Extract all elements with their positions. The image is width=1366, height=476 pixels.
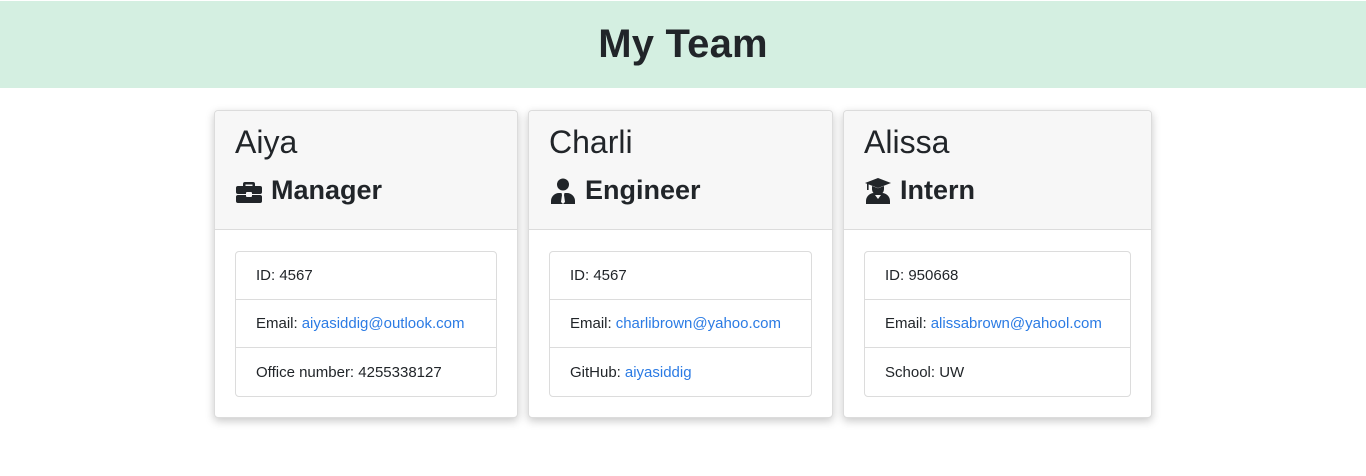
detail-office-number: Office number: 4255338127 bbox=[236, 348, 496, 396]
id-value: 4567 bbox=[593, 267, 627, 284]
school-label: School: bbox=[885, 363, 936, 381]
employee-details-list: ID: 950668 Email: alissabrown@yahool.com … bbox=[864, 251, 1131, 397]
card-header: Charli Engineer bbox=[529, 111, 832, 230]
email-label: Email: bbox=[885, 315, 927, 332]
office-number-value: 4255338127 bbox=[358, 363, 442, 381]
team-card-manager: Aiya Manager ID: 4567 Email: aiyasiddig@o… bbox=[214, 110, 518, 418]
employee-name: Alissa bbox=[864, 124, 950, 160]
employee-role-label: Intern bbox=[900, 175, 976, 205]
detail-id: ID: 950668 bbox=[865, 252, 1130, 300]
employee-role: Manager bbox=[235, 175, 382, 206]
email-link[interactable]: aiyasiddig@outlook.com bbox=[302, 315, 465, 332]
email-label: Email: bbox=[256, 315, 298, 332]
briefcase-icon bbox=[236, 181, 262, 203]
user-tie-icon bbox=[551, 178, 575, 204]
employee-name: Charli bbox=[549, 124, 633, 160]
user-graduate-icon bbox=[865, 177, 891, 204]
github-link[interactable]: aiyasiddig bbox=[625, 364, 692, 381]
office-number-label: Office number: bbox=[256, 363, 355, 381]
detail-school: School: UW bbox=[865, 348, 1130, 396]
employee-role: Intern bbox=[864, 175, 975, 206]
employee-name: Aiya bbox=[235, 124, 298, 160]
email-link[interactable]: charlibrown@yahoo.com bbox=[616, 315, 781, 332]
id-value: 950668 bbox=[908, 267, 959, 284]
school-value: UW bbox=[939, 363, 965, 381]
id-label: ID: bbox=[256, 267, 276, 284]
employee-details-list: ID: 4567 Email: charlibrown@yahoo.com Git… bbox=[549, 251, 812, 397]
detail-email: Email: charlibrown@yahoo.com bbox=[550, 300, 811, 348]
page-header: My Team bbox=[0, 1, 1366, 88]
card-header: Aiya Manager bbox=[215, 111, 517, 230]
id-value: 4567 bbox=[279, 267, 313, 284]
page-title: My Team bbox=[598, 22, 768, 66]
detail-github: GitHub: aiyasiddig bbox=[550, 348, 811, 396]
employee-role-label: Engineer bbox=[585, 175, 701, 205]
card-header: Alissa Intern bbox=[844, 111, 1151, 230]
github-label: GitHub: bbox=[570, 363, 621, 381]
email-link[interactable]: alissabrown@yahool.com bbox=[931, 315, 1102, 332]
team-card-engineer: Charli Engineer ID: 4567 Email: charlibro… bbox=[528, 110, 833, 418]
detail-email: Email: aiyasiddig@outlook.com bbox=[236, 300, 496, 348]
email-label: Email: bbox=[570, 315, 612, 332]
employee-role-label: Manager bbox=[271, 175, 383, 205]
detail-id: ID: 4567 bbox=[550, 252, 811, 300]
employee-details-list: ID: 4567 Email: aiyasiddig@outlook.com Of… bbox=[235, 251, 497, 397]
team-card-intern: Alissa Intern ID: 950668 Email: alissabro… bbox=[843, 110, 1152, 418]
id-label: ID: bbox=[885, 267, 905, 284]
detail-id: ID: 4567 bbox=[236, 252, 496, 300]
employee-role: Engineer bbox=[549, 175, 701, 206]
id-label: ID: bbox=[570, 267, 590, 284]
detail-email: Email: alissabrown@yahool.com bbox=[865, 300, 1130, 348]
